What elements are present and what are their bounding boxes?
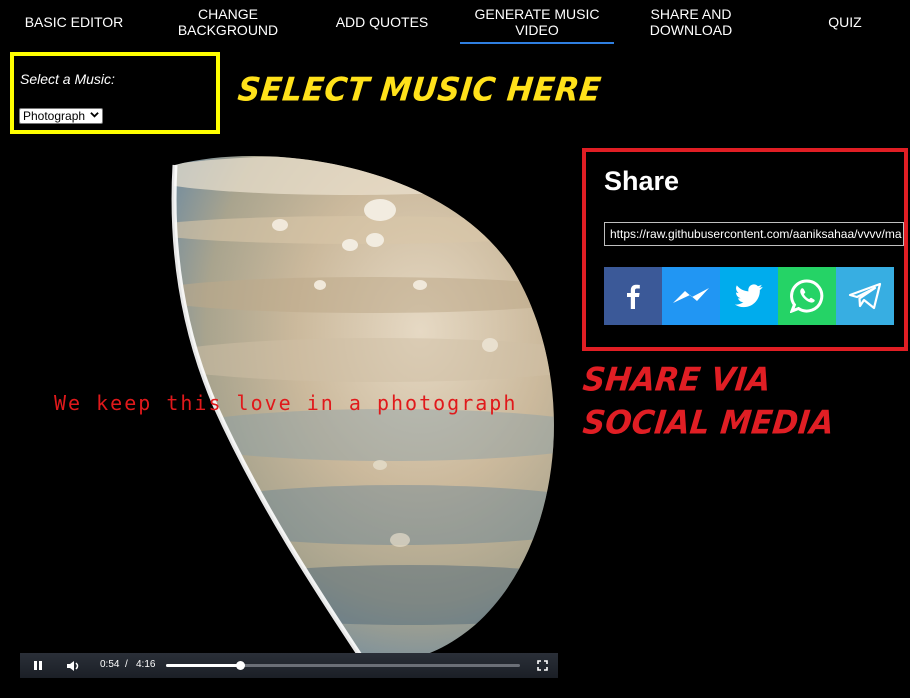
messenger-icon xyxy=(673,288,709,303)
tab-generate-music-video[interactable]: GENERATE MUSIC VIDEO xyxy=(460,0,614,44)
pause-icon xyxy=(34,661,42,670)
facebook-icon xyxy=(627,284,640,309)
time-separator: / xyxy=(125,659,128,670)
tab-label: SHARE AND DOWNLOAD xyxy=(649,6,733,38)
whatsapp-icon xyxy=(790,279,824,313)
twitter-icon xyxy=(735,284,763,308)
tab-label: BASIC EDITOR xyxy=(24,14,124,30)
volume-icon xyxy=(67,660,79,671)
video-caption: We keep this love in a photograph xyxy=(54,391,518,415)
tab-label: CHANGE BACKGROUND xyxy=(177,6,279,38)
twitter-share-button[interactable] xyxy=(720,267,778,325)
tab-label: GENERATE MUSIC VIDEO xyxy=(474,6,600,38)
tab-add-quotes[interactable]: ADD QUOTES xyxy=(318,0,446,44)
seek-bar-progress xyxy=(166,664,241,667)
tab-change-background[interactable]: CHANGE BACKGROUND xyxy=(160,0,296,44)
whatsapp-share-button[interactable] xyxy=(778,267,836,325)
share-panel: Share https://raw.githubusercontent.com/… xyxy=(582,148,908,351)
music-select-panel: Select a Music: Photograph xyxy=(10,52,220,134)
share-url-field[interactable]: https://raw.githubusercontent.com/aaniks… xyxy=(604,222,904,246)
tab-share-and-download[interactable]: SHARE AND DOWNLOAD xyxy=(630,0,752,44)
seek-bar[interactable] xyxy=(166,661,520,670)
chevron-down-icon xyxy=(90,110,99,124)
tab-quiz[interactable]: QUIZ xyxy=(800,0,890,44)
current-time: 0:54 xyxy=(100,659,120,670)
music-dropdown[interactable]: Photograph xyxy=(19,108,103,124)
messenger-share-button[interactable] xyxy=(662,267,720,325)
video-controls: 0:54 / 4:16 xyxy=(20,653,558,678)
share-annotation-line2: SOCIAL MEDIA xyxy=(581,404,836,442)
music-dropdown-value: Photograph xyxy=(23,109,86,123)
share-buttons xyxy=(604,267,894,325)
share-annotation-line1: SHARE VIA xyxy=(581,361,773,399)
share-title: Share xyxy=(604,166,680,196)
top-nav: BASIC EDITOR CHANGE BACKGROUND ADD QUOTE… xyxy=(0,0,910,44)
fullscreen-button[interactable] xyxy=(532,653,552,678)
volume-button[interactable] xyxy=(62,653,84,678)
video-player[interactable]: We keep this love in a photograph 0:54 /… xyxy=(20,145,558,678)
fullscreen-icon xyxy=(536,660,548,671)
duration: 4:16 xyxy=(136,659,156,670)
music-select-label: Select a Music: xyxy=(20,71,115,87)
telegram-share-button[interactable] xyxy=(836,267,894,325)
seek-thumb[interactable] xyxy=(236,661,246,670)
telegram-icon xyxy=(848,282,882,310)
facebook-share-button[interactable] xyxy=(604,267,662,325)
tab-label: ADD QUOTES xyxy=(335,14,429,30)
select-music-annotation: SELECT MUSIC HERE xyxy=(236,71,604,109)
pause-button[interactable] xyxy=(28,653,48,678)
tab-basic-editor[interactable]: BASIC EDITOR xyxy=(10,0,138,44)
tab-label: QUIZ xyxy=(828,14,862,30)
